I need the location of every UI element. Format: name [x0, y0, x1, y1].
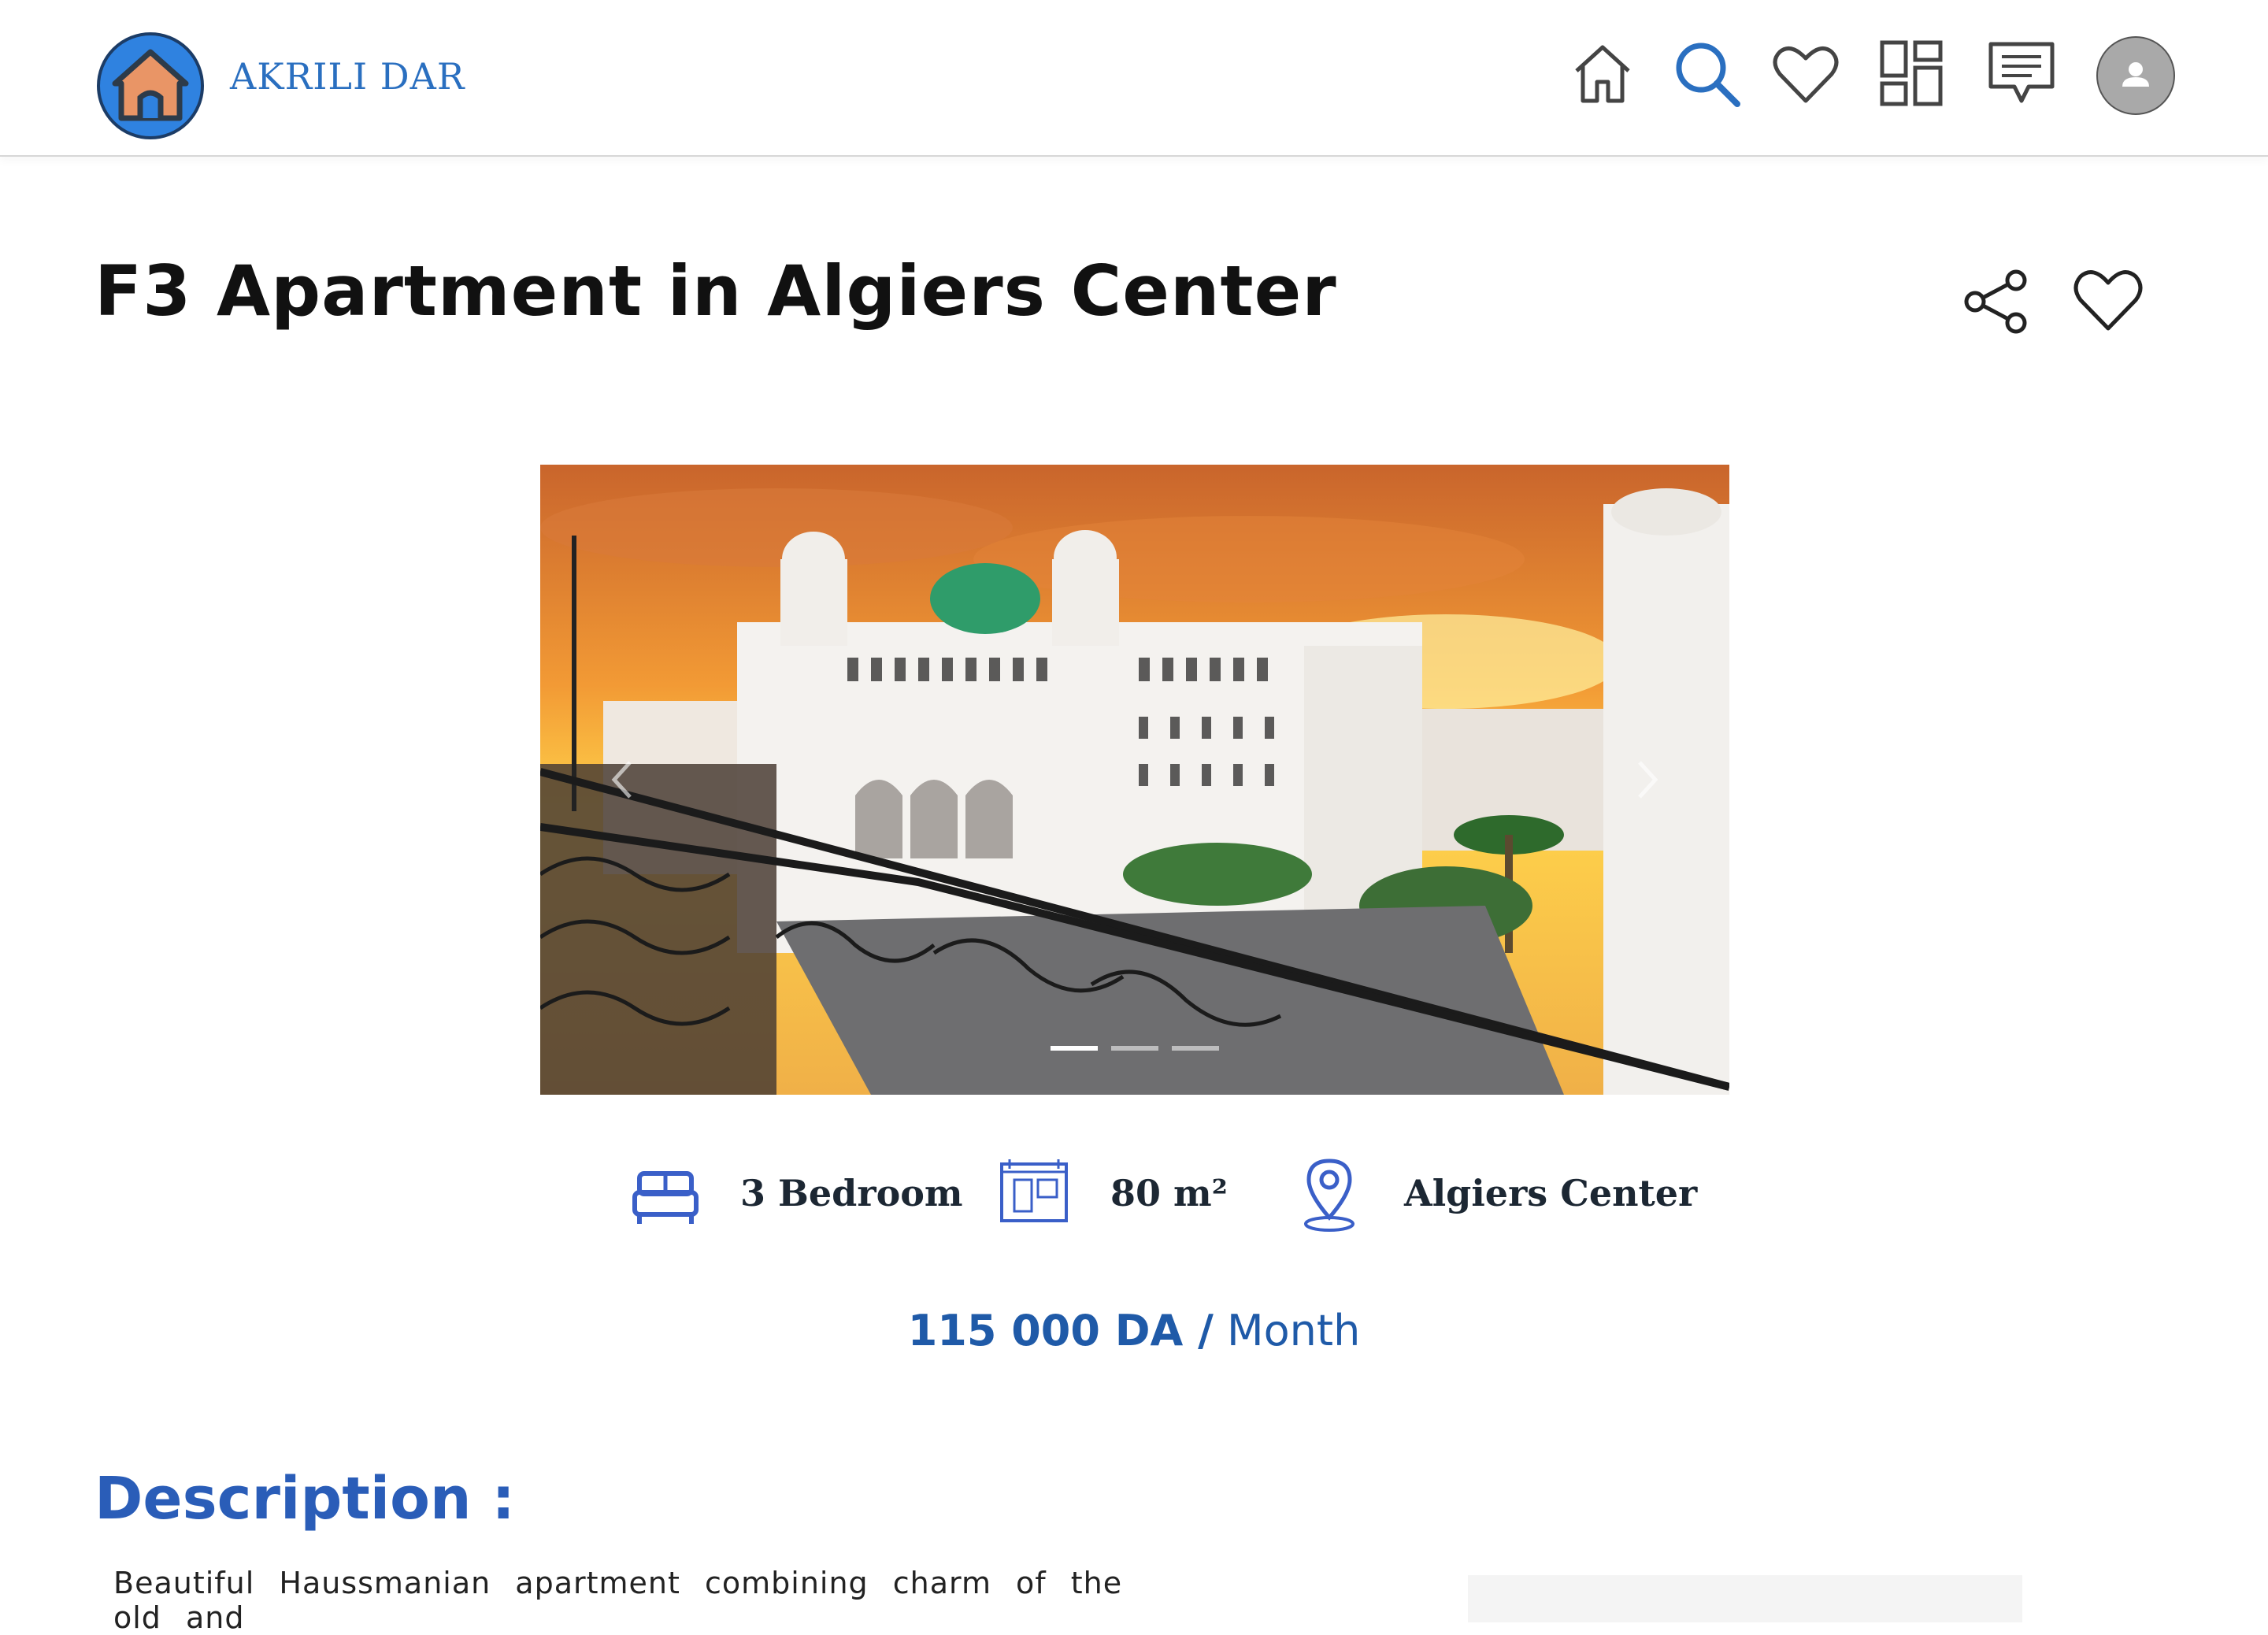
user-avatar[interactable]: [2096, 36, 2175, 115]
contact-panel: [1468, 1575, 2022, 1622]
floor-plan-icon: [1000, 1159, 1068, 1222]
search-icon[interactable]: [1671, 38, 1742, 109]
share-icon[interactable]: [1961, 266, 2032, 337]
location-name: Algiers Center: [1404, 1172, 1698, 1214]
description-heading: Description :: [94, 1465, 515, 1533]
price-amount: 115 000 DA /: [907, 1306, 1214, 1355]
apartment-view-photo: [540, 465, 1729, 1095]
photo-carousel[interactable]: [540, 465, 1729, 1095]
house-logo-icon[interactable]: [96, 32, 205, 140]
brand-name[interactable]: AKRILI DAR: [230, 55, 465, 98]
top-navbar: AKRILI DAR: [0, 0, 2268, 157]
favorite-heart-icon[interactable]: [2071, 264, 2146, 335]
price-period: Month: [1227, 1306, 1361, 1355]
carousel-dot[interactable]: [1172, 1046, 1220, 1051]
heart-icon[interactable]: [1770, 38, 1841, 109]
previous-slide-icon[interactable]: [603, 756, 643, 803]
bedroom-count: 3 Bedroom: [740, 1172, 963, 1214]
carousel-dot[interactable]: [1050, 1046, 1098, 1051]
carousel-indicators: [540, 1039, 1729, 1054]
location-pin-icon: [1304, 1159, 1354, 1232]
person-icon: [2122, 62, 2149, 87]
home-icon[interactable]: [1567, 38, 1638, 109]
carousel-dot[interactable]: [1111, 1046, 1158, 1051]
listing-title: F3 Apartment in Algiers Center: [94, 250, 1337, 332]
bed-icon: [632, 1171, 699, 1224]
rental-price: 115 000 DA / Month: [0, 1306, 2268, 1355]
next-slide-icon[interactable]: [1627, 756, 1666, 803]
dashboard-icon[interactable]: [1876, 38, 1947, 109]
messages-icon[interactable]: [1986, 38, 2057, 109]
area-size: 80 m²: [1110, 1172, 1228, 1214]
description-text: Beautiful Haussmanian apartment combinin…: [113, 1566, 1123, 1635]
